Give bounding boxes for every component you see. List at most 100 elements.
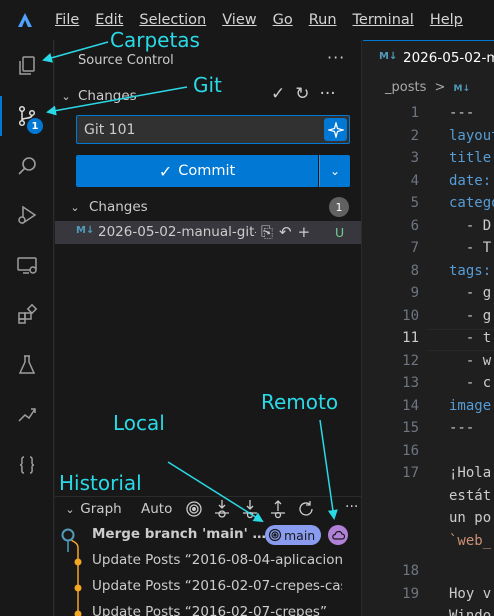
line-number: 9 — [410, 285, 419, 301]
menu-view[interactable]: View — [222, 12, 256, 28]
code-line: tags: — [449, 262, 492, 279]
sidebar-more-button[interactable]: ··· — [327, 48, 345, 67]
commit-button-label: Commit — [178, 163, 236, 179]
line-number: 3 — [410, 150, 419, 166]
graph-commit-message: Merge branch 'main' of github.com — [92, 526, 268, 542]
menu-selection[interactable]: Selection — [139, 12, 206, 28]
code-line: - g — [449, 307, 492, 324]
graph-toolbar — [185, 499, 315, 519]
commit-check-icon[interactable]: ✓ — [271, 84, 285, 104]
activity-search[interactable] — [0, 144, 54, 188]
code-line: layout — [449, 127, 494, 144]
graph-auto-label[interactable]: Auto — [141, 501, 172, 517]
target-icon — [268, 528, 282, 542]
changes-group-label: Changes — [89, 199, 148, 215]
graph-row[interactable]: Update Posts “2016-02-07-crepes” — [55, 600, 361, 616]
commit-message-input[interactable] — [84, 120, 314, 140]
code-line: un po — [449, 510, 492, 526]
pull-icon[interactable] — [241, 499, 259, 519]
line-number: 15 — [402, 420, 419, 436]
activity-json[interactable] — [0, 443, 54, 487]
code-line: catego — [449, 195, 494, 211]
fetch-icon[interactable] — [213, 499, 231, 519]
menu-terminal[interactable]: Terminal — [353, 12, 414, 28]
graph-row[interactable]: Merge branch 'main' of github.com main — [55, 522, 361, 548]
refresh-icon[interactable] — [297, 499, 315, 519]
markdown-file-icon: M↓ — [76, 225, 95, 236]
annotation-git: Git — [193, 73, 222, 97]
line-number: 2 — [410, 127, 419, 144]
annotation-local: Local — [113, 411, 165, 435]
generate-message-button[interactable] — [324, 118, 347, 141]
tab-label: 2026-05-02-manual-git-101.md — [403, 50, 494, 66]
changes-group-header[interactable]: ⌄ Changes — [67, 196, 148, 218]
run-debug-icon — [18, 205, 37, 225]
line-number: 13 — [402, 375, 419, 391]
repo-more-icon[interactable]: ··· — [320, 84, 336, 104]
commit-dropdown-button[interactable]: ⌄ — [319, 155, 350, 187]
annotation-historial: Historial — [59, 471, 142, 495]
activity-remote-explorer[interactable] — [0, 243, 54, 287]
graph-divider — [55, 496, 361, 497]
editor-tab[interactable]: M↓ 2026-05-02-manual-git-101.md — [363, 40, 494, 75]
open-file-icon[interactable]: ⎘ — [261, 223, 273, 241]
changed-file-row[interactable]: M↓ 2026-05-02-manual-git-101.md ⎘ ↶ + U — [55, 221, 361, 244]
line-number: 16 — [402, 442, 419, 459]
untracked-status: U — [335, 225, 345, 240]
activity-extensions[interactable] — [0, 293, 54, 337]
graph-more-button[interactable]: ··· — [345, 499, 358, 515]
changes-count-badge: 1 — [329, 197, 349, 217]
repo-section-header[interactable]: ⌄ Changes — [58, 85, 137, 107]
code-line: - T — [449, 240, 492, 256]
graph-row[interactable]: Update Posts “2016-02-07-crepes-caseros” — [55, 574, 361, 600]
push-icon[interactable] — [269, 499, 287, 519]
stage-changes-icon[interactable]: + — [298, 223, 311, 241]
breadcrumb-separator: > — [434, 80, 446, 95]
graph-title: ⌄ Graph — [65, 501, 122, 517]
line-number: 11 — [402, 330, 419, 346]
line-number: 10 — [402, 307, 419, 324]
menu-run[interactable]: Run — [309, 12, 337, 28]
testing-icon — [18, 355, 36, 374]
explorer-icon — [19, 56, 35, 75]
chevron-down-icon: ⌄ — [70, 200, 80, 214]
title-bar: File Edit Selection View Go Run Terminal… — [0, 0, 494, 40]
line-number: 17 — [402, 465, 419, 481]
breadcrumb-folder[interactable]: _posts — [385, 80, 426, 95]
code-line: Windo — [449, 608, 492, 616]
code-line: - D — [449, 217, 492, 234]
menu-help[interactable]: Help — [430, 12, 463, 28]
menu-go[interactable]: Go — [273, 12, 293, 28]
activity-source-control[interactable]: 1 — [0, 94, 54, 138]
code-line: date: — [449, 172, 492, 189]
code-line: ¡Hola — [449, 465, 492, 481]
activity-run-debug[interactable] — [0, 193, 54, 237]
git-graph-icon — [18, 408, 36, 422]
file-actions: ⎘ ↶ + — [261, 223, 310, 241]
repo-section-label: Changes — [78, 88, 137, 104]
code-line: Hoy v — [449, 585, 492, 602]
discard-changes-icon[interactable]: ↶ — [279, 223, 292, 241]
commit-button[interactable]: ✓ Commit — [76, 155, 318, 187]
activity-testing[interactable] — [0, 343, 54, 387]
line-number: 6 — [410, 217, 419, 234]
source-control-sidebar: Source Control ··· ⌄ Changes ✓ ↻ ··· ✓ C… — [55, 40, 362, 616]
refresh-icon[interactable]: ↻ — [295, 84, 309, 104]
changed-file-name: 2026-05-02-manual-git-101.md — [98, 224, 256, 240]
menu-edit[interactable]: Edit — [95, 12, 123, 28]
markdown-file-icon: M↓ — [379, 51, 398, 62]
json-icon — [19, 456, 35, 474]
activity-git-graph[interactable] — [0, 393, 54, 437]
chevron-down-icon: ⌄ — [61, 89, 71, 103]
menu-file[interactable]: File — [55, 12, 79, 28]
graph-row[interactable]: Update Posts “2016-08-04-aplicaciones-ut… — [55, 548, 361, 574]
annotation-remoto: Remoto — [261, 390, 339, 414]
activity-explorer[interactable] — [0, 44, 54, 88]
annotation-carpetas: Carpetas — [110, 28, 200, 52]
graph-commit-message: Update Posts “2016-08-04-aplicaciones-ut… — [92, 552, 342, 568]
line-number: 1 — [410, 105, 419, 121]
graph-header[interactable]: ⌄ Graph Auto ··· — [55, 499, 361, 521]
line-number: 14 — [402, 397, 419, 414]
target-icon[interactable] — [185, 499, 203, 519]
code-line: - c — [449, 375, 492, 391]
